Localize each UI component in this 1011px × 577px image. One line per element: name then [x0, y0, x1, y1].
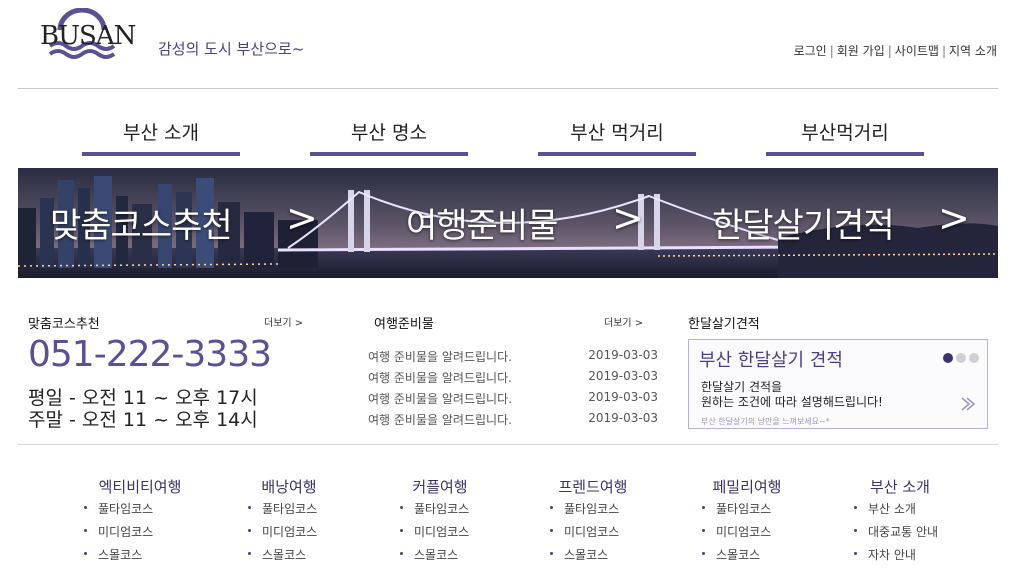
course-section-title: 맞춤코스추천	[28, 317, 100, 332]
nav-item-busan-intro[interactable]: 부산 소개	[82, 116, 240, 156]
list-item[interactable]: 여행 준비물을 알려드립니다. 2019-03-03	[368, 411, 658, 432]
header-divider	[18, 88, 998, 89]
separator: |	[941, 44, 947, 58]
section-divider	[18, 444, 998, 445]
footer-menu-item[interactable]: 스몰코스	[398, 546, 482, 569]
footer-menu-item[interactable]: 풀타임코스	[700, 500, 794, 523]
chevron-right-icon: >	[286, 196, 318, 240]
footer-menu-backpacking: 배낭여행 풀타임코스 미디엄코스 스몰코스	[246, 476, 332, 569]
footer-menu-item[interactable]: 풀타임코스	[82, 500, 198, 523]
signup-link[interactable]: 회원 가입	[837, 44, 885, 58]
footer-menu-title[interactable]: 부산 소개	[852, 476, 948, 500]
promo-body-line: 한달살기 견적을	[701, 380, 783, 394]
monthly-stay-promo[interactable]: 부산 한달살기 견적 한달살기 견적을 원하는 조건에 따라 설명해드립니다! …	[688, 339, 988, 429]
separator: |	[829, 44, 834, 58]
notice-title[interactable]: 여행 준비물을 알려드립니다.	[368, 390, 512, 411]
footer-menu-item[interactable]: 미디엄코스	[548, 523, 638, 546]
footer-menu-item[interactable]: 부산 소개	[852, 500, 948, 523]
footer-menu-item[interactable]: 미디엄코스	[398, 523, 482, 546]
logo-text: BUSAN	[40, 21, 136, 51]
nav-item-busan-attractions[interactable]: 부산 명소	[310, 116, 468, 156]
footer-menu-title[interactable]: 프렌드여행	[548, 476, 638, 500]
footer-menu-item[interactable]: 풀타임코스	[548, 500, 638, 523]
footer-menu-item[interactable]: 스몰코스	[82, 546, 198, 569]
slider-dot-icon[interactable]	[943, 353, 953, 363]
notice-list: 여행 준비물을 알려드립니다. 2019-03-03 여행 준비물을 알려드립니…	[368, 348, 658, 432]
footer-menu-item[interactable]: 풀타임코스	[398, 500, 482, 523]
main-nav: 부산 소개 부산 명소 부산 먹거리 부산먹거리	[82, 116, 924, 156]
notice-date: 2019-03-03	[588, 411, 658, 425]
footer-menu-item[interactable]: 미디엄코스	[700, 523, 794, 546]
site-logo[interactable]: BUSAN	[36, 7, 140, 60]
footer-menu-title[interactable]: 배낭여행	[246, 476, 332, 500]
promo-title: 부산 한달살기 견적	[699, 350, 843, 371]
list-item[interactable]: 여행 준비물을 알려드립니다. 2019-03-03	[368, 390, 658, 411]
nav-item-busan-food-2[interactable]: 부산먹거리	[766, 116, 924, 156]
footer-menu-couple: 커플여행 풀타임코스 미디엄코스 스몰코스	[398, 476, 482, 569]
tagline: 감성의 도시 부산으로~	[158, 40, 305, 58]
notice-title[interactable]: 여행 준비물을 알려드립니다.	[368, 348, 512, 369]
footer-menu-activity: 엑티비티여행 풀타임코스 미디엄코스 스몰코스	[82, 476, 198, 569]
notice-section-title: 여행준비물	[374, 317, 434, 332]
footer-menu-friend: 프렌드여행 풀타임코스 미디엄코스 스몰코스	[548, 476, 638, 569]
footer-menu-title[interactable]: 엑티비티여행	[82, 476, 198, 500]
footer-menu-title[interactable]: 페밀리여행	[700, 476, 794, 500]
notice-title[interactable]: 여행 준비물을 알려드립니다.	[368, 411, 512, 432]
promo-section-title: 한달살기견적	[688, 317, 760, 332]
list-item[interactable]: 여행 준비물을 알려드립니다. 2019-03-03	[368, 369, 658, 390]
notice-title[interactable]: 여행 준비물을 알려드립니다.	[368, 369, 512, 390]
list-item[interactable]: 여행 준비물을 알려드립니다. 2019-03-03	[368, 348, 658, 369]
footer-menu-item[interactable]: 스몰코스	[548, 546, 638, 569]
promo-subtext: 부산 한달살기의 낭만을 느껴보세요~*	[701, 417, 830, 426]
separator: |	[887, 44, 892, 58]
footer-menu-family: 페밀리여행 풀타임코스 미디엄코스 스몰코스	[700, 476, 794, 569]
slider-dots	[943, 353, 979, 363]
footer-menu-item[interactable]: 대중교통 안내	[852, 523, 948, 546]
banner-link-monthly-stay[interactable]: 한달살기견적	[712, 198, 895, 247]
promo-body-line: 원하는 조건에 따라 설명해드립니다!	[701, 395, 883, 409]
footer-menu-item[interactable]: 미디엄코스	[82, 523, 198, 546]
banner-link-travel-supplies[interactable]: 여행준비물	[406, 198, 558, 247]
footer-menu-item[interactable]: 미디엄코스	[246, 523, 332, 546]
utility-nav: 로그인 | 회원 가입 | 사이트맵 | 지역 소개	[794, 42, 997, 59]
footer-menu-item[interactable]: 스몰코스	[246, 546, 332, 569]
sitemap-link[interactable]: 사이트맵	[895, 44, 939, 58]
footer-menu-title[interactable]: 커플여행	[398, 476, 482, 500]
region-intro-link[interactable]: 지역 소개	[949, 44, 997, 58]
chevron-right-icon: >	[938, 196, 970, 240]
hero-banner: 맞춤코스추천 > 여행준비물 > 한달살기견적 >	[18, 168, 998, 278]
slider-dot-icon[interactable]	[969, 353, 979, 363]
slider-dot-icon[interactable]	[956, 353, 966, 363]
footer-menu-item[interactable]: 스몰코스	[700, 546, 794, 569]
weekend-hours: 주말 - 오전 11 ~ 오후 14시	[28, 409, 258, 431]
promo-body: 한달살기 견적을 원하는 조건에 따라 설명해드립니다!	[701, 380, 883, 410]
phone-number: 051-222-3333	[28, 334, 272, 375]
notice-more-link[interactable]: 더보기 >	[604, 314, 643, 329]
footer-menu-item[interactable]: 자차 안내	[852, 546, 948, 569]
footer-menu-busan-intro: 부산 소개 부산 소개 대중교통 안내 자차 안내	[852, 476, 948, 569]
double-chevron-right-icon[interactable]	[959, 394, 977, 419]
footer-menu-item[interactable]: 풀타임코스	[246, 500, 332, 523]
banner-link-custom-course[interactable]: 맞춤코스추천	[50, 198, 233, 247]
chevron-right-icon: >	[612, 196, 644, 240]
notice-date: 2019-03-03	[588, 390, 658, 404]
notice-date: 2019-03-03	[588, 369, 658, 383]
login-link[interactable]: 로그인	[794, 44, 827, 58]
nav-item-busan-food[interactable]: 부산 먹거리	[538, 116, 696, 156]
notice-date: 2019-03-03	[588, 348, 658, 362]
course-more-link[interactable]: 더보기 >	[264, 314, 303, 329]
